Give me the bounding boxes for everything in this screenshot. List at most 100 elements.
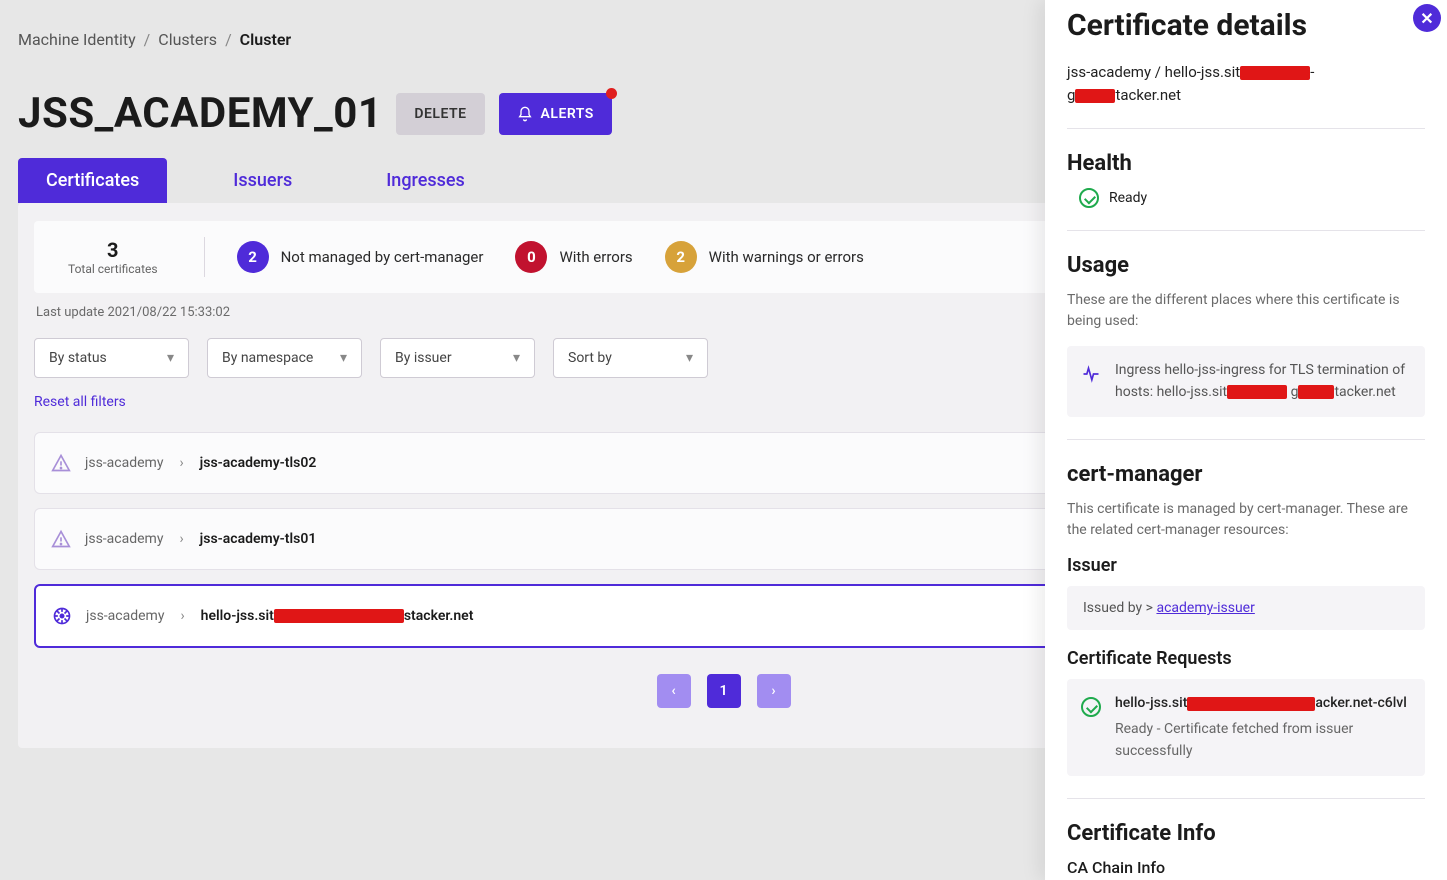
- arrow-sep: ›: [179, 455, 183, 471]
- cert-requests-heading: Certificate Requests: [1067, 648, 1425, 669]
- cert-request-status: Ready - Certificate fetched from issuer …: [1115, 719, 1411, 762]
- cert-namespace: jss-academy: [86, 608, 164, 624]
- cert-info-heading: Certificate Info: [1067, 821, 1425, 846]
- close-icon[interactable]: ✕: [1413, 4, 1441, 32]
- warning-icon: [51, 529, 71, 549]
- sort-by[interactable]: Sort by ▾: [553, 338, 708, 378]
- filter-status-label: By status: [49, 350, 107, 366]
- badge-warnings: 2: [665, 241, 697, 273]
- usage-l2-post: tacker.net: [1334, 384, 1395, 400]
- divider: [204, 237, 205, 277]
- cr-post: acker.net-c6lvl: [1315, 695, 1406, 711]
- page-title: JSS_ACADEMY_01: [18, 89, 382, 138]
- cert-name-post: stacker.net: [404, 608, 474, 624]
- redacted-text: [1075, 89, 1115, 103]
- usage-description: These are the different places where thi…: [1067, 290, 1425, 332]
- cm-heading: cert-manager: [1067, 462, 1425, 487]
- chevron-down-icon: ▾: [513, 350, 520, 366]
- chevron-down-icon: ▾: [167, 350, 174, 366]
- sort-by-label: Sort by: [568, 350, 612, 366]
- health-status: Ready: [1109, 190, 1147, 206]
- divider: [1067, 230, 1425, 231]
- issuer-heading: Issuer: [1067, 555, 1425, 576]
- filter-namespace[interactable]: By namespace ▾: [207, 338, 362, 378]
- pulse-icon: [1081, 364, 1101, 384]
- redacted-text: [274, 609, 404, 623]
- divider: [1067, 439, 1425, 440]
- check-circle-icon: [1081, 697, 1101, 717]
- usage-text: Ingress hello-jss-ingress for TLS termin…: [1115, 360, 1411, 403]
- cert-name: jss-academy-tls02: [200, 455, 317, 471]
- tab-issuers[interactable]: Issuers: [205, 158, 320, 203]
- stat-label: Not managed by cert-manager: [281, 248, 484, 266]
- usage-l2-pre: g: [1291, 384, 1299, 400]
- issuer-link[interactable]: academy-issuer: [1156, 600, 1254, 616]
- certificate-details-drawer: ✕ Certificate details jss-academy / hell…: [1045, 0, 1447, 880]
- crumb-sep: /: [225, 30, 232, 49]
- crumb-clusters[interactable]: Clusters: [158, 30, 217, 49]
- cert-namespace: jss-academy: [85, 455, 163, 471]
- cert-namespace: jss-academy: [85, 531, 163, 547]
- chevron-down-icon: ▾: [340, 350, 347, 366]
- stat-warnings[interactable]: 2 With warnings or errors: [665, 241, 864, 273]
- redacted-text: [1298, 385, 1334, 399]
- crumb-current: Cluster: [240, 30, 292, 49]
- filter-status[interactable]: By status ▾: [34, 338, 189, 378]
- cr-pre: hello-jss.sit: [1115, 695, 1187, 711]
- warning-icon: [51, 453, 71, 473]
- chevron-down-icon: ▾: [686, 350, 693, 366]
- total-label: Total certificates: [68, 262, 158, 276]
- crumb-root[interactable]: Machine Identity: [18, 30, 136, 49]
- helm-icon: [52, 606, 72, 626]
- stat-errors[interactable]: 0 With errors: [515, 241, 632, 273]
- path-line2-pre: g: [1067, 86, 1075, 104]
- arrow-sep: ›: [179, 531, 183, 547]
- cert-name: jss-academy-tls01: [200, 531, 317, 547]
- page-next-button[interactable]: ›: [757, 674, 791, 708]
- health-status-row: Ready: [1079, 188, 1425, 208]
- alerts-label: ALERTS: [541, 106, 594, 122]
- check-circle-icon: [1079, 188, 1099, 208]
- cm-description: This certificate is managed by cert-mana…: [1067, 499, 1425, 541]
- alerts-button[interactable]: ALERTS: [499, 93, 612, 135]
- divider: [1067, 128, 1425, 129]
- redacted-text: [1240, 66, 1310, 80]
- drawer-title: Certificate details: [1067, 8, 1425, 43]
- redacted-text: [1187, 697, 1315, 711]
- page-prev-button[interactable]: ‹: [657, 674, 691, 708]
- tab-ingresses[interactable]: Ingresses: [358, 158, 493, 203]
- cert-request-text: hello-jss.sit acker.net-c6lvl Ready - Cer…: [1115, 693, 1411, 762]
- badge-errors: 0: [515, 241, 547, 273]
- health-heading: Health: [1067, 151, 1425, 176]
- divider: [1067, 798, 1425, 799]
- usage-card: Ingress hello-jss-ingress for TLS termin…: [1067, 346, 1425, 417]
- usage-heading: Usage: [1067, 253, 1425, 278]
- alert-dot-icon: [606, 88, 617, 99]
- filter-namespace-label: By namespace: [222, 350, 313, 366]
- page-1-button[interactable]: 1: [707, 674, 741, 708]
- cert-request-name: hello-jss.sit acker.net-c6lvl: [1115, 693, 1411, 715]
- issued-by-label: Issued by >: [1083, 600, 1156, 616]
- tab-certificates[interactable]: Certificates: [18, 158, 167, 203]
- cert-name-pre: hello-jss.sit: [201, 608, 274, 624]
- filter-issuer[interactable]: By issuer ▾: [380, 338, 535, 378]
- total-certificates: 3 Total certificates: [54, 238, 172, 276]
- path-line2-post: tacker.net: [1115, 86, 1181, 104]
- crumb-sep: /: [144, 30, 151, 49]
- reset-filters-link[interactable]: Reset all filters: [34, 394, 126, 410]
- ca-chain-heading: CA Chain Info: [1067, 858, 1425, 877]
- bell-icon: [517, 106, 533, 122]
- stat-unmanaged[interactable]: 2 Not managed by cert-manager: [237, 241, 484, 273]
- drawer-subtitle: jss-academy / hello-jss.sit- gtacker.net: [1067, 61, 1425, 106]
- redacted-text: [1227, 385, 1287, 399]
- cert-request-card: hello-jss.sit acker.net-c6lvl Ready - Cer…: [1067, 679, 1425, 776]
- filter-issuer-label: By issuer: [395, 350, 452, 366]
- delete-button[interactable]: DELETE: [396, 93, 484, 135]
- path-line1: jss-academy / hello-jss.sit: [1067, 63, 1240, 81]
- stat-label: With warnings or errors: [709, 248, 864, 266]
- stat-label: With errors: [559, 248, 632, 266]
- cert-name: hello-jss.sit stacker.net: [201, 608, 474, 624]
- arrow-sep: ›: [180, 608, 184, 624]
- badge-unmanaged: 2: [237, 241, 269, 273]
- total-count: 3: [68, 238, 158, 262]
